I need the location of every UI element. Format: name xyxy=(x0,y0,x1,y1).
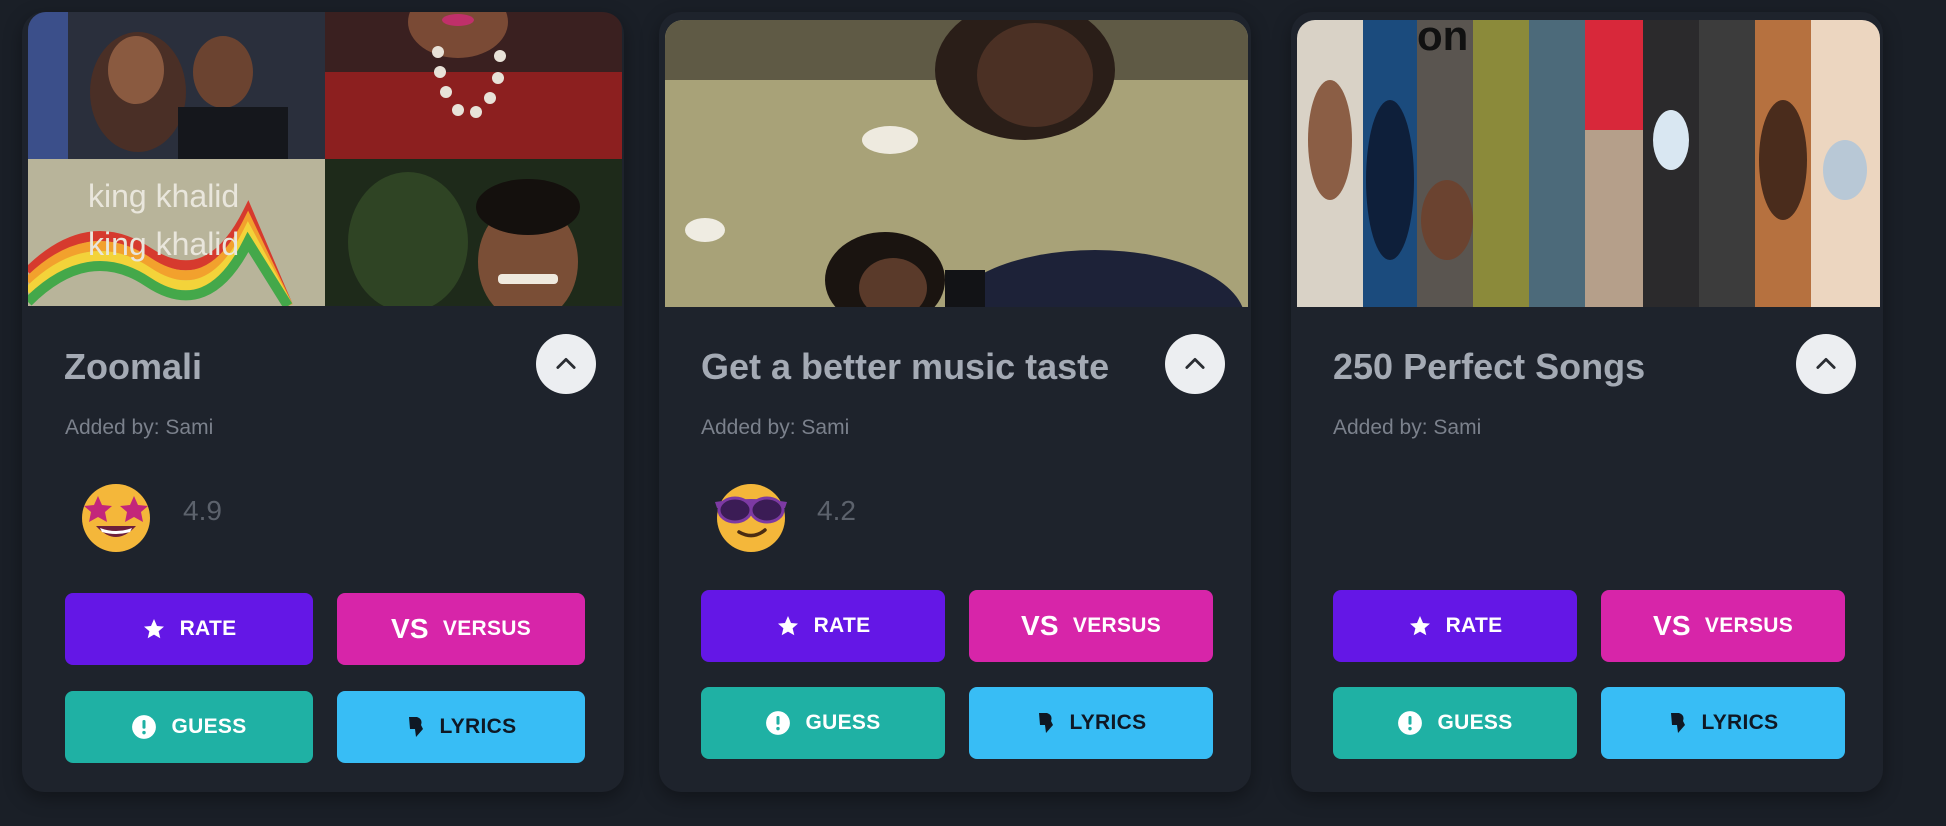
playlist-cover-image[interactable] xyxy=(665,20,1248,307)
lyrics-label: LYRICS xyxy=(1701,711,1779,734)
playlist-cover-collage[interactable]: king khalid king khalid xyxy=(28,12,622,306)
guess-label: GUESS xyxy=(805,711,881,734)
lyrics-button[interactable]: LYRICS xyxy=(337,691,585,763)
rate-label: RATE xyxy=(813,614,871,637)
versus-label: VERSUS xyxy=(1072,614,1162,637)
exclamation-circle-icon xyxy=(132,715,157,739)
chevron-up-icon xyxy=(1185,357,1205,369)
versus-button[interactable]: VS VERSUS xyxy=(1601,590,1845,662)
playlist-title: Get a better music taste xyxy=(701,346,1110,387)
svg-text:king khalid: king khalid xyxy=(88,178,239,214)
rate-label: RATE xyxy=(179,617,237,640)
rate-button[interactable]: RATE xyxy=(1333,590,1577,662)
exclamation-circle-icon xyxy=(1398,711,1423,735)
versus-button[interactable]: VS VERSUS xyxy=(969,590,1213,662)
chevron-up-icon xyxy=(556,357,576,369)
guess-label: GUESS xyxy=(171,715,247,738)
playlist-cover-strips[interactable]: on xyxy=(1297,20,1880,307)
added-by: Added by: Sami xyxy=(1333,416,1482,439)
star-struck-emoji-icon xyxy=(82,484,150,552)
exclamation-circle-icon xyxy=(766,711,791,735)
chevron-up-icon xyxy=(1816,357,1836,369)
collapse-button[interactable] xyxy=(536,334,596,394)
rating-value: 4.9 xyxy=(183,495,222,526)
added-by: Added by: Sami xyxy=(701,416,850,439)
lyrics-button[interactable]: LYRICS xyxy=(1601,687,1845,759)
playlist-title: 250 Perfect Songs xyxy=(1333,346,1646,387)
added-by: Added by: Sami xyxy=(65,416,214,439)
collapse-button[interactable] xyxy=(1796,334,1856,394)
genius-icon xyxy=(408,717,423,737)
star-icon xyxy=(143,619,164,639)
rate-button[interactable]: RATE xyxy=(65,593,313,665)
lyrics-label: LYRICS xyxy=(439,715,517,738)
versus-label: VERSUS xyxy=(442,617,532,640)
versus-label: VERSUS xyxy=(1704,614,1794,637)
guess-button[interactable]: GUESS xyxy=(701,687,945,759)
guess-button[interactable]: GUESS xyxy=(1333,687,1577,759)
star-icon xyxy=(777,616,798,636)
genius-icon xyxy=(1038,713,1053,733)
svg-text:on: on xyxy=(1417,20,1468,59)
sunglasses-emoji-icon xyxy=(715,484,787,552)
svg-text:king khalid: king khalid xyxy=(88,226,239,262)
playlist-title: Zoomali xyxy=(64,346,203,387)
versus-button[interactable]: VS VERSUS xyxy=(337,593,585,665)
playlist-card-better-music-taste: Get a better music taste Added by: Sami … xyxy=(659,12,1251,792)
playlist-card-250-perfect-songs: on 250 Perfect Songs Added by: Sami RATE… xyxy=(1291,12,1883,792)
vs-icon: VS xyxy=(1652,610,1691,641)
lyrics-button[interactable]: LYRICS xyxy=(969,687,1213,759)
genius-icon xyxy=(1670,713,1685,733)
vs-icon: VS xyxy=(390,613,429,644)
collapse-button[interactable] xyxy=(1165,334,1225,394)
vs-icon: VS xyxy=(1020,610,1059,641)
guess-button[interactable]: GUESS xyxy=(65,691,313,763)
lyrics-label: LYRICS xyxy=(1069,711,1147,734)
rate-label: RATE xyxy=(1445,614,1503,637)
star-icon xyxy=(1409,616,1430,636)
rate-button[interactable]: RATE xyxy=(701,590,945,662)
playlist-card-zoomali: king khalid king khalid Zoomali Added by… xyxy=(22,12,624,792)
guess-label: GUESS xyxy=(1437,711,1513,734)
rating-value: 4.2 xyxy=(817,495,856,526)
